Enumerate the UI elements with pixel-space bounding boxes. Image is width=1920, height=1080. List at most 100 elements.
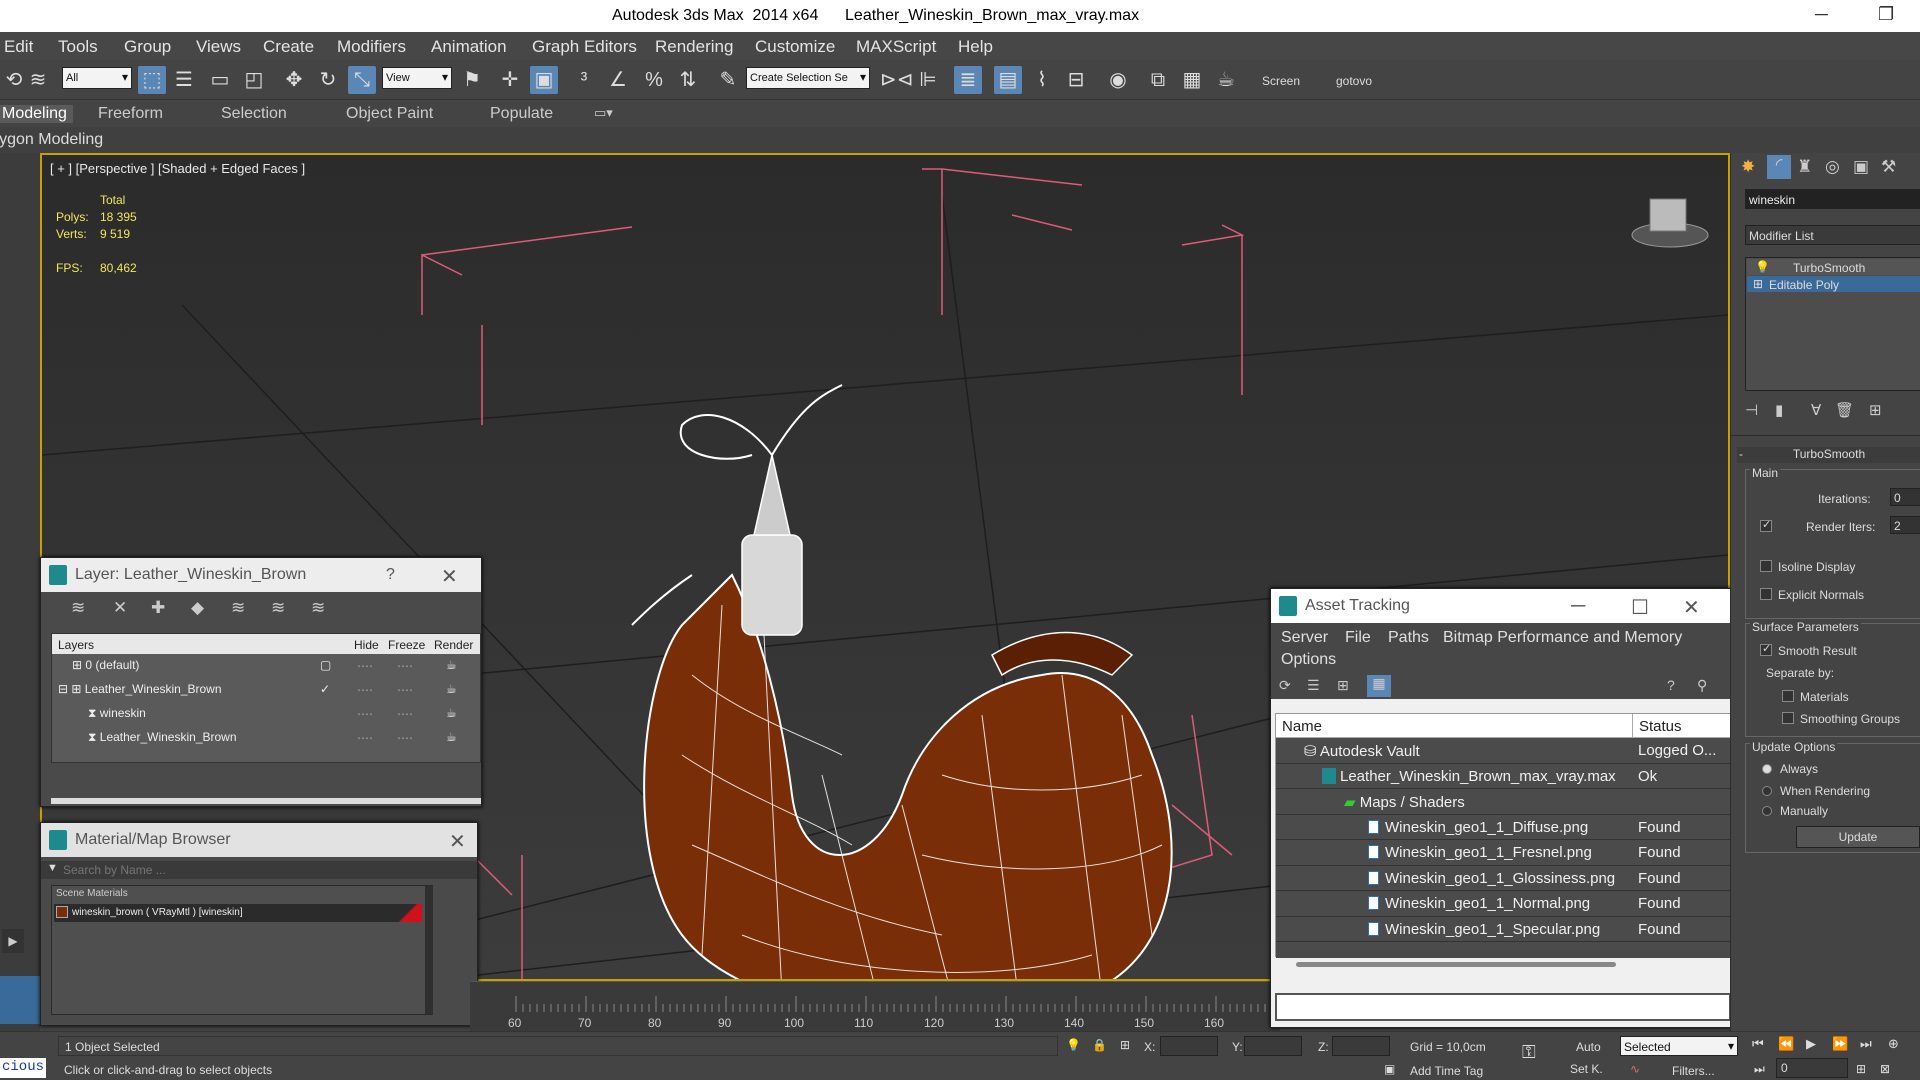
selected-key-dropdown[interactable]: Selected ▾: [1620, 1036, 1738, 1056]
lock-selection-icon[interactable]: 🔒: [1092, 1038, 1107, 1052]
percent-snap-icon[interactable]: %: [640, 66, 668, 94]
menu-customize[interactable]: Customize: [755, 37, 835, 57]
set-key-button[interactable]: Set K.: [1570, 1062, 1603, 1076]
asset-menu-bitmap[interactable]: Bitmap Performance and Memory: [1443, 629, 1682, 647]
select-object-icon[interactable]: ⬚: [138, 66, 166, 94]
keyboard-shortcut-override-icon[interactable]: ▣: [530, 66, 558, 94]
utilities-tab-icon[interactable]: ⚒: [1881, 157, 1896, 177]
layer-row[interactable]: ⊟ ⊞ Leather_Wineskin_Brown ✓ ‥‥ ‥‥ ☕: [52, 678, 480, 702]
viewport-layout-tab[interactable]: [0, 976, 40, 1024]
isoline-checkbox[interactable]: [1760, 560, 1772, 572]
play-icon[interactable]: ▶: [1806, 1036, 1816, 1052]
layer-scrollbar[interactable]: [51, 798, 481, 804]
time-ruler[interactable]: 60 70 80 90 100 110 120 130 140 150 160: [470, 981, 1280, 1031]
maxscript-listener[interactable]: cious: [0, 1058, 46, 1078]
x-coordinate-field[interactable]: [1160, 1036, 1218, 1056]
menu-graph-editors[interactable]: Graph Editors: [532, 37, 637, 57]
time-config-icon[interactable]: ⏭: [1754, 1062, 1765, 1077]
snaps-toggle-icon[interactable]: ³: [570, 66, 598, 94]
asset-menu-server[interactable]: Server: [1281, 629, 1328, 647]
delete-layer-icon[interactable]: ✕: [113, 598, 127, 618]
asset-menu-file[interactable]: File: [1345, 629, 1371, 647]
material-browser-titlebar[interactable]: Material/Map Browser ✕: [41, 823, 477, 857]
restore-button[interactable]: ❐: [1878, 4, 1894, 25]
smooth-result-checkbox[interactable]: ✓: [1760, 643, 1772, 656]
hierarchy-tab-icon[interactable]: ♜: [1797, 157, 1812, 177]
hide-all-layers-icon[interactable]: ≋: [311, 598, 325, 618]
ribbon-options-icon[interactable]: ▭▾: [594, 105, 613, 121]
asset-close-button[interactable]: ✕: [1683, 595, 1700, 620]
mirror-icon[interactable]: ⊳⊲: [880, 66, 914, 94]
search-collapse-icon[interactable]: ▼: [47, 862, 58, 874]
next-frame-icon[interactable]: ⏩: [1832, 1036, 1848, 1052]
rendered-frame-window-icon[interactable]: ▦: [1178, 66, 1206, 94]
material-item[interactable]: wineskin_brown ( VRayMtl ) [wineskin]: [54, 904, 422, 922]
menu-group[interactable]: Group: [124, 37, 171, 57]
asset-horizontal-scrollbar[interactable]: [1296, 962, 1616, 967]
set-key-icon[interactable]: ⚿: [1522, 1042, 1536, 1063]
edit-named-selection-icon[interactable]: ✎: [714, 66, 742, 94]
gotovo-label[interactable]: gotovo: [1336, 74, 1372, 88]
material-editor-icon[interactable]: ◉: [1104, 66, 1132, 94]
previous-frame-icon[interactable]: ⏪: [1778, 1036, 1794, 1052]
render-setup-icon[interactable]: ⧉: [1144, 66, 1172, 94]
modifier-list-dropdown[interactable]: Modifier List: [1745, 225, 1920, 245]
menu-edit[interactable]: Edit: [4, 37, 33, 57]
table-view-icon[interactable]: ▦: [1367, 675, 1391, 697]
layer-window-close-button[interactable]: ✕: [441, 564, 458, 589]
asset-row[interactable]: Wineskin_geo1_1_Normal.png Found: [1276, 891, 1732, 917]
always-radio[interactable]: [1762, 764, 1772, 774]
configure-sets-icon[interactable]: ⊞: [1869, 401, 1882, 419]
material-list-scrollbar[interactable]: [425, 886, 433, 1014]
rectangular-selection-icon[interactable]: ▭: [206, 66, 234, 94]
tab-freeform[interactable]: Freeform: [98, 105, 163, 123]
go-to-start-icon[interactable]: ⏮: [1752, 1036, 1764, 1052]
current-frame-field[interactable]: 0: [1776, 1058, 1848, 1078]
render-iters-spinner[interactable]: 2: [1890, 516, 1920, 534]
zoom-extents-icon[interactable]: ⊞: [1856, 1062, 1866, 1076]
render-iters-checkbox[interactable]: ✓: [1760, 519, 1772, 532]
turbosmooth-rollout-header[interactable]: - TurboSmooth: [1737, 447, 1920, 463]
tab-populate[interactable]: Populate: [490, 105, 553, 123]
select-by-name-icon[interactable]: ☰: [170, 66, 198, 94]
angle-snap-icon[interactable]: ∠: [604, 66, 632, 94]
asset-row[interactable]: Wineskin_geo1_1_Diffuse.png Found: [1276, 814, 1732, 840]
curve-editor-icon[interactable]: ⌇: [1028, 66, 1056, 94]
menu-help[interactable]: Help: [958, 37, 993, 57]
pin-stack-icon[interactable]: ⊣: [1745, 401, 1758, 419]
layer-window-titlebar[interactable]: Layer: Leather_Wineskin_Brown ? ✕: [41, 558, 481, 592]
asset-minimize-button[interactable]: ─: [1571, 595, 1585, 618]
tab-modeling[interactable]: Modeling: [0, 105, 73, 123]
asset-row[interactable]: Leather_Wineskin_Brown_max_vray.max Ok: [1276, 763, 1732, 789]
scene-materials-header[interactable]: Scene Materials: [56, 888, 128, 899]
explicit-normals-checkbox[interactable]: [1760, 588, 1772, 600]
move-icon[interactable]: ✥: [280, 66, 308, 94]
polygon-modeling-label[interactable]: Polygon Modeling: [0, 131, 103, 149]
tab-selection[interactable]: Selection: [221, 105, 287, 123]
render-teapot-icon[interactable]: ☕: [446, 658, 457, 672]
refresh-icon[interactable]: ⟳: [1279, 677, 1291, 694]
asset-row[interactable]: Wineskin_geo1_1_Fresnel.png Found: [1276, 840, 1732, 866]
asset-row[interactable]: Wineskin_geo1_1_Specular.png Found: [1276, 916, 1732, 942]
column-render[interactable]: Render: [434, 638, 473, 652]
material-browser-close-button[interactable]: ✕: [449, 829, 466, 854]
select-layer-objects-icon[interactable]: ≋: [231, 598, 245, 618]
tab-object-paint[interactable]: Object Paint: [346, 105, 433, 123]
key-mode-icon[interactable]: ⊕: [1888, 1036, 1899, 1052]
expand-icon[interactable]: ⊞: [1753, 277, 1763, 291]
modifier-stack-item[interactable]: ⊞ Editable Poly: [1747, 276, 1920, 292]
motion-tab-icon[interactable]: ◎: [1825, 157, 1840, 177]
material-search-input[interactable]: [63, 862, 473, 878]
materials-checkbox[interactable]: [1782, 690, 1794, 702]
highlight-layer-icon[interactable]: ≋: [271, 598, 285, 618]
absolute-mode-icon[interactable]: ⊞: [1120, 1038, 1130, 1052]
render-teapot-icon[interactable]: ☕: [446, 730, 457, 744]
layer-row[interactable]: ⧗ wineskin ‥‥ ‥‥ ☕: [52, 702, 480, 726]
reference-coordinate-dropdown[interactable]: View: [382, 67, 452, 89]
minimize-button[interactable]: ─: [1815, 4, 1828, 25]
go-to-end-icon[interactable]: ⏭: [1860, 1036, 1872, 1052]
column-hide[interactable]: Hide: [354, 638, 379, 652]
asset-menu-paths[interactable]: Paths: [1388, 629, 1429, 647]
menu-animation[interactable]: Animation: [431, 37, 507, 57]
layer-row[interactable]: ⊞ 0 (default) ▢ ‥‥ ‥‥ ☕: [52, 654, 480, 678]
